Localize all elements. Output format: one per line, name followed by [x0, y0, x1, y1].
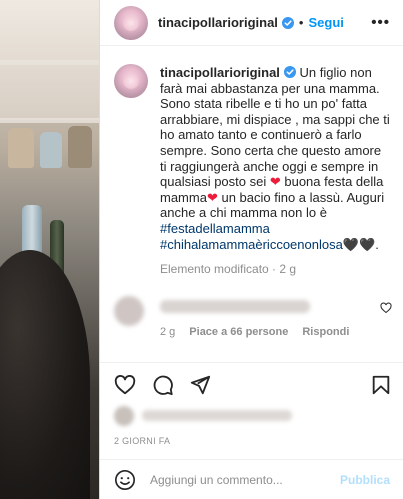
heart-emoji: ❤	[206, 189, 218, 205]
verified-badge-icon	[283, 66, 296, 78]
caption-body: Un figlio non farà mai abbastanza per un…	[160, 65, 390, 190]
comment-time: 2 g	[160, 326, 176, 338]
more-options-icon[interactable]: •••	[371, 14, 390, 31]
verified-badge-icon	[281, 16, 294, 29]
caption-text: tinacipollarioriginal Un figlio non farà…	[160, 56, 390, 252]
heart-emoji: ❤	[269, 174, 281, 190]
likes-row[interactable]	[114, 404, 394, 426]
photo-jar	[40, 132, 62, 168]
comment-bubble-icon[interactable]	[152, 374, 174, 396]
like-heart-icon[interactable]	[380, 302, 392, 314]
edited-meta: Elemento modificato · 2 g	[160, 262, 297, 277]
hashtag-link[interactable]: #chihalamammaèriccoenonlosa	[160, 237, 343, 252]
comment-input[interactable]	[150, 472, 320, 487]
share-send-icon[interactable]	[189, 374, 211, 396]
action-bar	[100, 362, 403, 406]
post-photo[interactable]	[0, 0, 99, 499]
photo-shelf	[0, 118, 99, 123]
emoji-icon[interactable]	[114, 469, 136, 491]
blurred-likes-text	[142, 410, 292, 421]
follow-button[interactable]: Segui	[308, 15, 343, 30]
black-heart-emoji: 🖤🖤.	[342, 236, 379, 252]
hashtag-link[interactable]: #festadellamamma	[160, 221, 270, 236]
avatar	[114, 406, 134, 426]
avatar[interactable]	[114, 296, 144, 326]
photo-person	[0, 250, 90, 499]
photo-jar	[68, 126, 92, 168]
post-panel: tinacipollarioriginal • Segui ••• tinaci…	[99, 0, 403, 499]
avatar[interactable]	[114, 5, 148, 40]
post-header: tinacipollarioriginal • Segui •••	[100, 0, 403, 46]
comment-item: 2 g Piace a 66 persone Rispondi	[114, 292, 394, 344]
comment-likes[interactable]: Piace a 66 persone	[189, 326, 288, 338]
like-heart-icon[interactable]	[114, 374, 136, 396]
add-comment-bar: Pubblica	[100, 459, 403, 499]
avatar[interactable]	[114, 64, 148, 98]
photo-jar	[8, 128, 34, 168]
comment-meta: 2 g Piace a 66 persone Rispondi	[160, 326, 349, 338]
post-date[interactable]: 2 GIORNI FA	[114, 436, 170, 446]
bookmark-icon[interactable]	[370, 374, 392, 396]
blurred-comment-text	[160, 300, 310, 313]
post-username[interactable]: tinacipollarioriginal	[158, 15, 278, 30]
caption-username[interactable]: tinacipollarioriginal	[160, 65, 280, 80]
photo-shelf	[0, 60, 99, 65]
reply-button[interactable]: Rispondi	[302, 326, 349, 338]
publish-button[interactable]: Pubblica	[340, 473, 390, 487]
separator-dot: •	[298, 15, 304, 30]
